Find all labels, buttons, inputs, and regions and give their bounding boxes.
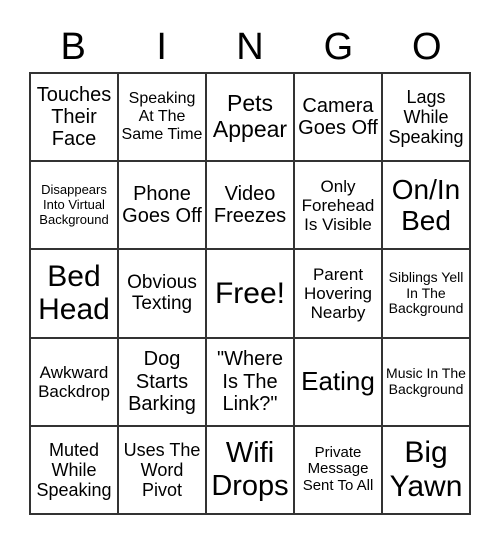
- bingo-grid: Touches Their Face Speaking At The Same T…: [29, 72, 471, 515]
- header-letter-o: O: [412, 26, 442, 68]
- bingo-cell[interactable]: Speaking At The Same Time: [118, 73, 206, 162]
- bingo-cell[interactable]: Video Freezes: [206, 161, 294, 250]
- free-space-cell[interactable]: Free!: [206, 249, 294, 338]
- bingo-cell[interactable]: Phone Goes Off: [118, 161, 206, 250]
- header-letter-i: I: [156, 26, 167, 68]
- bingo-cell[interactable]: Lags While Speaking: [382, 73, 470, 162]
- bingo-cell[interactable]: Bed Head: [30, 249, 118, 338]
- bingo-cell[interactable]: Wifi Drops: [206, 425, 294, 514]
- header-letter-n: N: [236, 26, 264, 68]
- bingo-cell[interactable]: On/In Bed: [382, 161, 470, 250]
- bingo-header: B I N G O: [29, 22, 471, 72]
- bingo-cell[interactable]: Siblings Yell In The Background: [382, 249, 470, 338]
- bingo-cell[interactable]: Eating: [294, 337, 382, 426]
- header-letter-g: G: [323, 26, 354, 68]
- bingo-cell[interactable]: Obvious Texting: [118, 249, 206, 338]
- bingo-cell[interactable]: Dog Starts Barking: [118, 337, 206, 426]
- bingo-cell[interactable]: Pets Appear: [206, 73, 294, 162]
- bingo-cell[interactable]: Awkward Backdrop: [30, 337, 118, 426]
- bingo-cell[interactable]: Touches Their Face: [30, 73, 118, 162]
- bingo-cell[interactable]: Big Yawn: [382, 425, 470, 514]
- bingo-cell[interactable]: Music In The Background: [382, 337, 470, 426]
- bingo-cell[interactable]: Muted While Speaking: [30, 425, 118, 514]
- header-letter-b: B: [60, 26, 86, 68]
- bingo-cell[interactable]: Only Forehead Is Visible: [294, 161, 382, 250]
- bingo-cell[interactable]: Camera Goes Off: [294, 73, 382, 162]
- bingo-cell[interactable]: Disappears Into Virtual Background: [30, 161, 118, 250]
- bingo-cell[interactable]: Parent Hovering Nearby: [294, 249, 382, 338]
- bingo-cell[interactable]: "Where Is The Link?": [206, 337, 294, 426]
- bingo-cell[interactable]: Private Message Sent To All: [294, 425, 382, 514]
- bingo-cell[interactable]: Uses The Word Pivot: [118, 425, 206, 514]
